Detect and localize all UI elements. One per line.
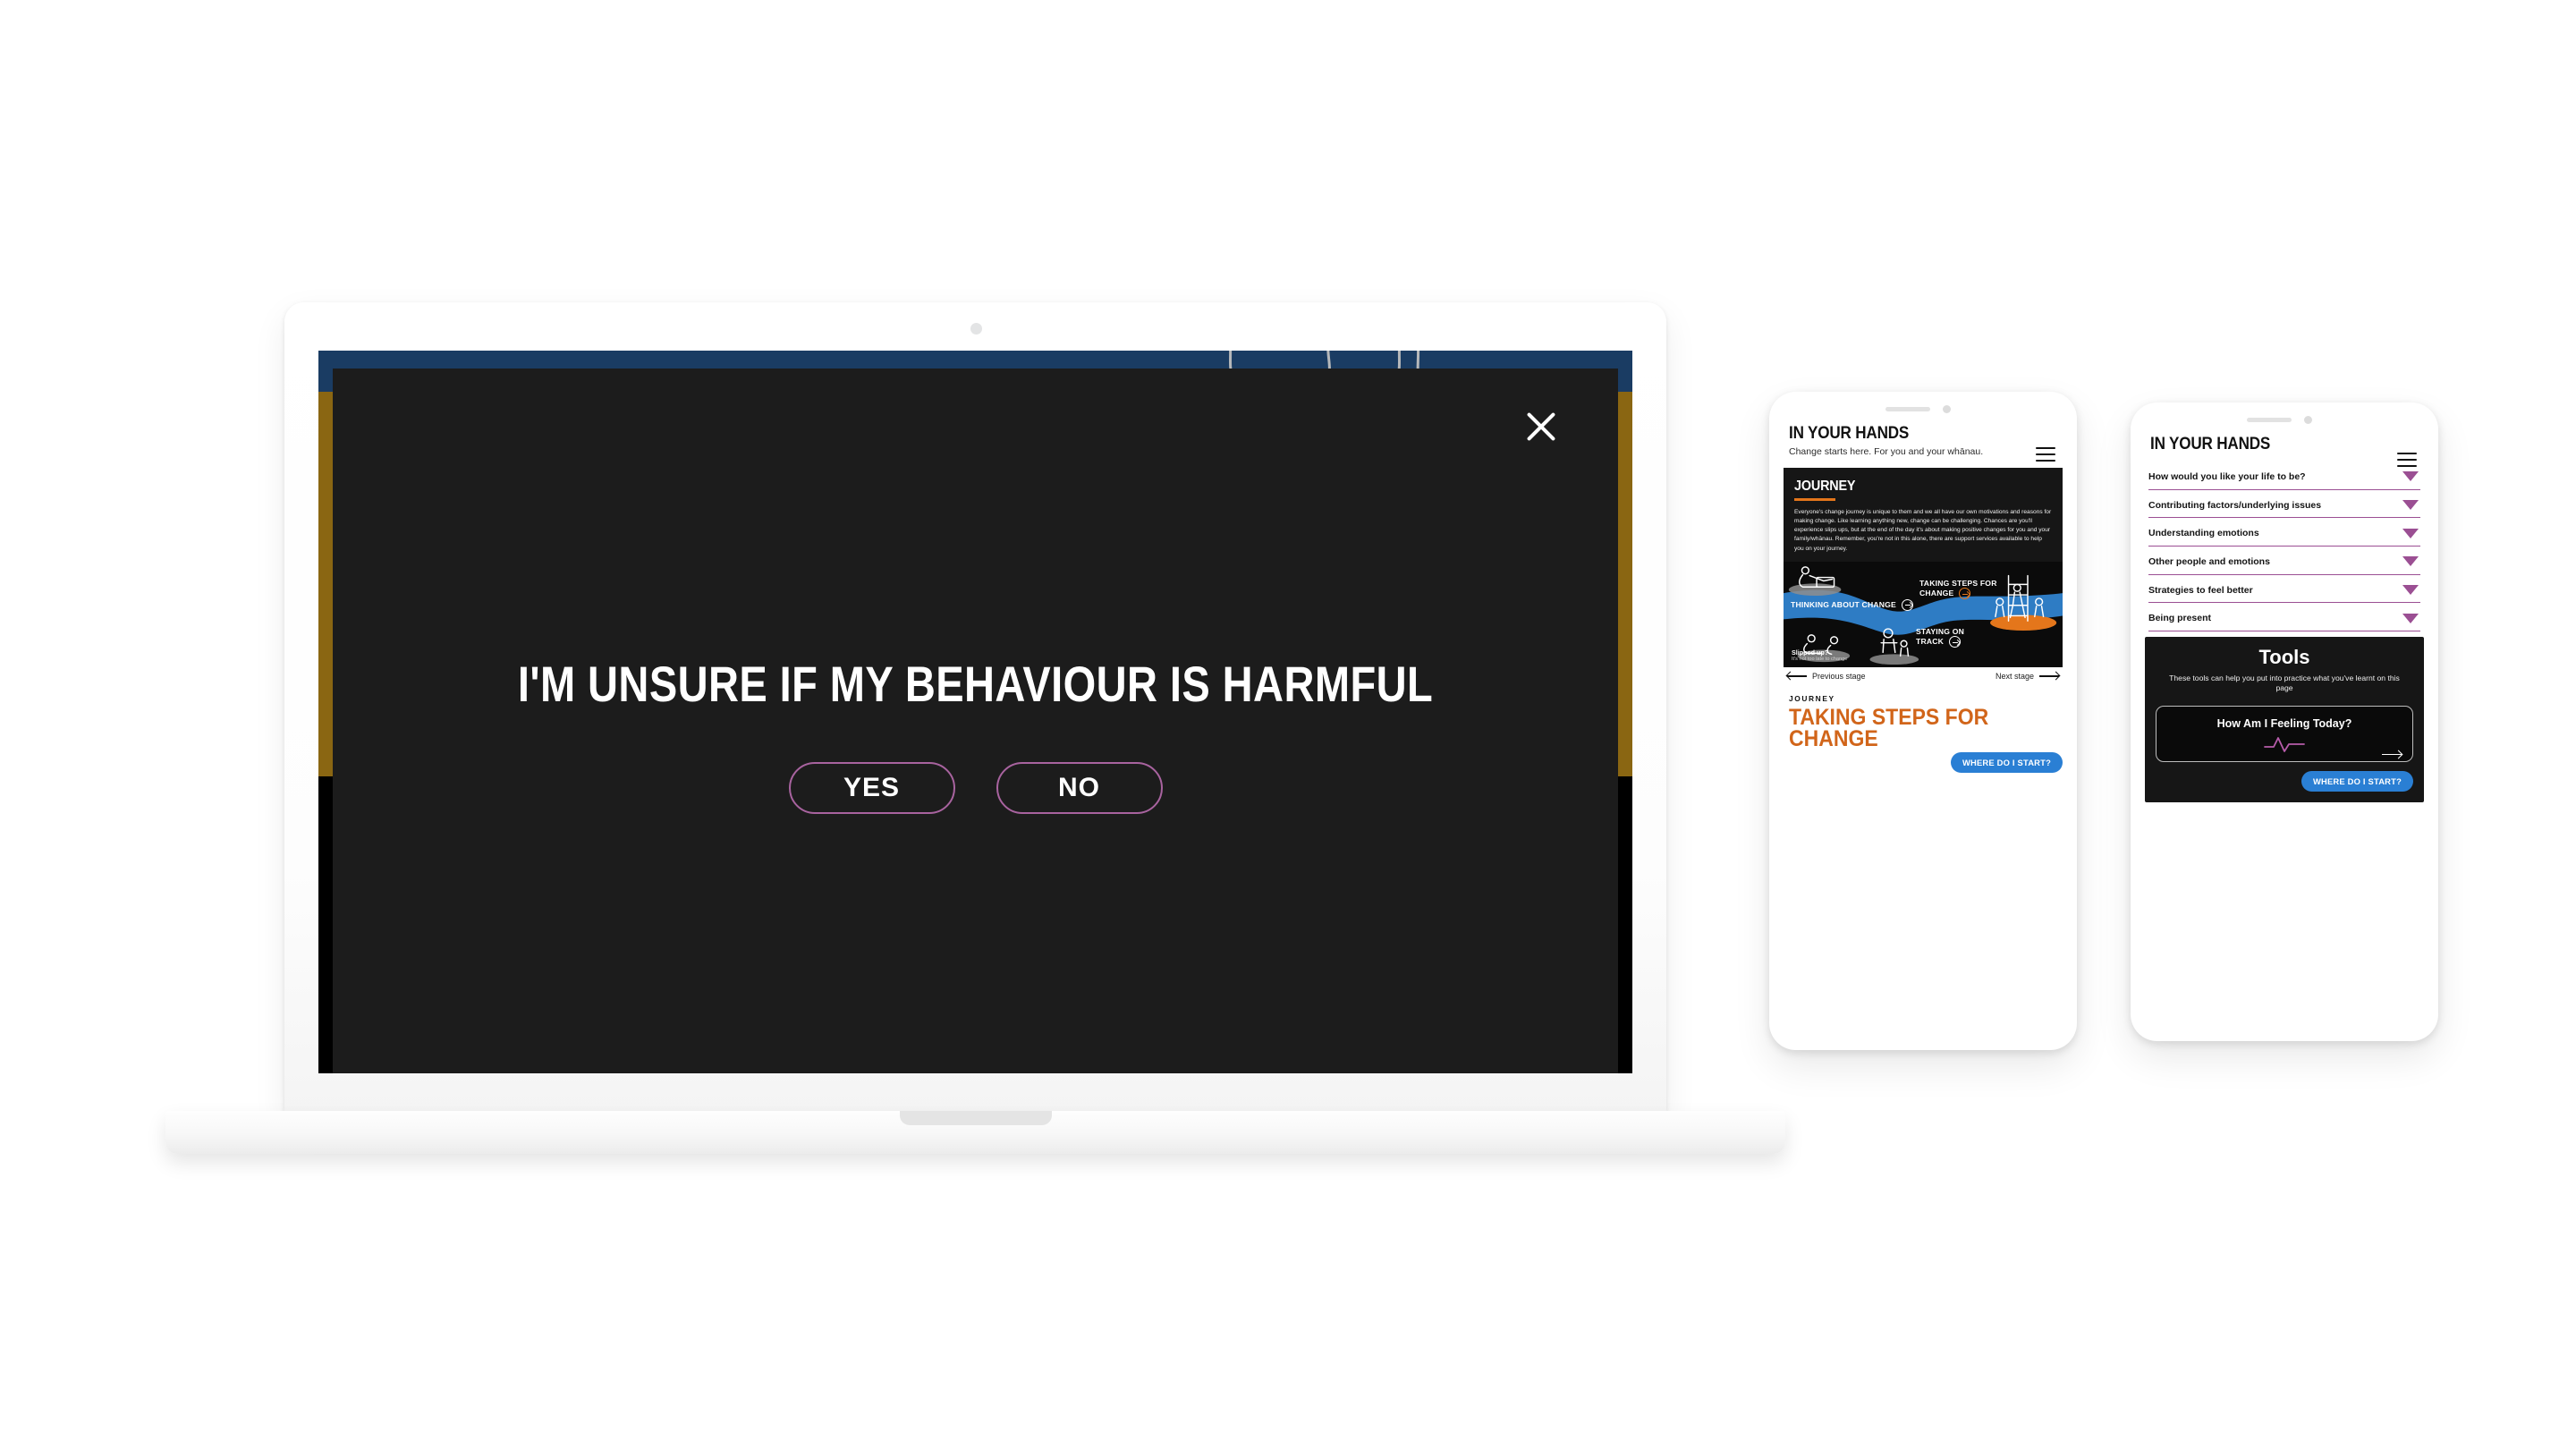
- map-slipped-up-note: Slipped up? It's not too late to change: [1792, 648, 1847, 663]
- speaker-icon: [1885, 407, 1930, 411]
- speaker-icon: [2247, 418, 2292, 422]
- laptop-base-notch: [899, 1111, 1052, 1125]
- chevron-down-icon: [2402, 471, 2419, 482]
- accordion-item[interactable]: Contributing factors/underlying issues: [2148, 490, 2420, 519]
- phone-1-screen: IN YOUR HANDS Change starts here. For yo…: [1776, 399, 2070, 1043]
- no-button[interactable]: NO: [996, 762, 1163, 814]
- chevron-down-icon: [2402, 584, 2419, 595]
- accordion-item[interactable]: Understanding emotions: [2148, 518, 2420, 547]
- where-do-i-start-button[interactable]: WHERE DO I START?: [1950, 752, 2063, 774]
- hamburger-menu-icon[interactable]: [2036, 447, 2055, 466]
- journey-footer: JOURNEY TAKING STEPS FOR CHANGE WHERE DO…: [1776, 683, 2070, 774]
- accordion-item[interactable]: How would you like your life to be?: [2148, 462, 2420, 490]
- phone-2-screen: IN YOUR HANDS How would you like your li…: [2138, 410, 2431, 1034]
- journey-title-underline: [1794, 498, 1835, 501]
- arrow-right-icon: [2382, 753, 2402, 756]
- accordion-item-label: Understanding emotions: [2148, 528, 2259, 539]
- phone-mockup-journey: IN YOUR HANDS Change starts here. For yo…: [1769, 392, 2077, 1050]
- tools-section: Tools These tools can help you put into …: [2145, 636, 2424, 803]
- phone-1-body: IN YOUR HANDS Change starts here. For yo…: [1776, 419, 2070, 1043]
- map-stage-1-text: THINKING ABOUT CHANGE: [1791, 599, 1896, 609]
- arrow-left-icon: [1787, 674, 1807, 677]
- previous-stage-label: Previous stage: [1812, 671, 1866, 681]
- slip-title: Slipped up?: [1792, 648, 1829, 657]
- accordion-item[interactable]: Being present: [2148, 603, 2420, 631]
- laptop-camera-icon: [970, 323, 982, 335]
- journey-page-title: TAKING STEPS FOR CHANGE: [1789, 704, 1989, 751]
- journey-card-body: Everyone's change journey is unique to t…: [1794, 508, 2052, 552]
- chevron-down-icon: [2402, 556, 2419, 567]
- phone-1-top-bezel: [1776, 399, 2070, 419]
- phone-2-header: IN YOUR HANDS: [2138, 429, 2431, 460]
- slip-subtitle: It's not too late to change: [1792, 656, 1848, 662]
- front-camera-icon: [2304, 416, 2312, 424]
- phone-mockup-tools: IN YOUR HANDS How would you like your li…: [2131, 402, 2438, 1041]
- journey-card: JOURNEY Everyone's change journey is uni…: [1784, 468, 2063, 667]
- modal-actions: YES NO: [333, 762, 1618, 814]
- accordion-item-label: Strategies to feel better: [2148, 584, 2253, 596]
- laptop-mockup: I'M UNSURE IF MY BEHAVIOUR IS HARMFUL YE…: [165, 302, 1785, 1154]
- close-icon[interactable]: [1521, 406, 1562, 447]
- accordion-item-label: How would you like your life to be?: [2148, 471, 2306, 482]
- arrow-right-icon: [1948, 636, 1961, 648]
- journey-eyebrow: JOURNEY: [1789, 693, 1835, 703]
- phone-2-body: IN YOUR HANDS How would you like your li…: [2138, 429, 2431, 1034]
- accordion-item[interactable]: Other people and emotions: [2148, 547, 2420, 575]
- journey-card-title: JOURNEY: [1794, 479, 1856, 495]
- arrow-right-icon: [1901, 598, 1913, 611]
- yes-button[interactable]: YES: [788, 762, 955, 814]
- accordion-item[interactable]: Strategies to feel better: [2148, 575, 2420, 604]
- tool-card-how-am-i-feeling[interactable]: How Am I Feeling Today?: [2156, 706, 2413, 763]
- accordion-item-label: Being present: [2148, 613, 2212, 624]
- journey-stage-nav: Previous stage Next stage: [1776, 667, 2070, 683]
- tools-subtitle: These tools can help you put into practi…: [2169, 673, 2400, 693]
- mockup-canvas: I'M UNSURE IF MY BEHAVIOUR IS HARMFUL YE…: [0, 0, 2576, 1449]
- phone-2-top-bezel: [2138, 410, 2431, 429]
- journey-map-illustration: THINKING ABOUT CHANGE TAKING STEPS FOR C…: [1784, 561, 2063, 667]
- next-stage-label: Next stage: [1995, 671, 2034, 681]
- accordion-item-label: Contributing factors/underlying issues: [2148, 499, 2322, 511]
- map-stage-1-label[interactable]: THINKING ABOUT CHANGE: [1791, 598, 1913, 611]
- front-camera-icon: [1943, 405, 1951, 413]
- chevron-down-icon: [2402, 528, 2419, 538]
- phone-1-header: IN YOUR HANDS Change starts here. For yo…: [1776, 419, 2070, 464]
- previous-stage-button[interactable]: Previous stage: [1787, 672, 1866, 681]
- accordion-list: How would you like your life to be? Cont…: [2138, 460, 2431, 631]
- tools-heading: Tools: [2258, 645, 2310, 668]
- modal-headline: I'M UNSURE IF MY BEHAVIOUR IS HARMFUL: [517, 656, 1434, 712]
- laptop-screen: I'M UNSURE IF MY BEHAVIOUR IS HARMFUL YE…: [318, 351, 1632, 1073]
- chevron-down-icon: [2402, 613, 2419, 623]
- map-stage-3-label[interactable]: STAYING ON TRACK: [1916, 627, 1979, 648]
- arrow-right-icon: [2039, 674, 2059, 677]
- site-logo[interactable]: IN YOUR HANDS: [2150, 435, 2392, 454]
- site-tagline: Change starts here. For you and your whā…: [1789, 446, 1984, 457]
- pulse-icon: [2167, 734, 2402, 754]
- accordion-item-label: Other people and emotions: [2148, 555, 2270, 567]
- behaviour-question-modal: I'M UNSURE IF MY BEHAVIOUR IS HARMFUL YE…: [333, 369, 1618, 1073]
- map-stage-2-label[interactable]: TAKING STEPS FOR CHANGE: [1919, 579, 2002, 600]
- where-do-i-start-button[interactable]: WHERE DO I START?: [2301, 771, 2413, 792]
- tool-card-title: How Am I Feeling Today?: [2216, 717, 2352, 731]
- arrow-right-icon: [1959, 588, 1971, 600]
- next-stage-button[interactable]: Next stage: [1996, 672, 2059, 681]
- site-logo[interactable]: IN YOUR HANDS: [1789, 424, 2030, 444]
- chevron-down-icon: [2402, 499, 2419, 510]
